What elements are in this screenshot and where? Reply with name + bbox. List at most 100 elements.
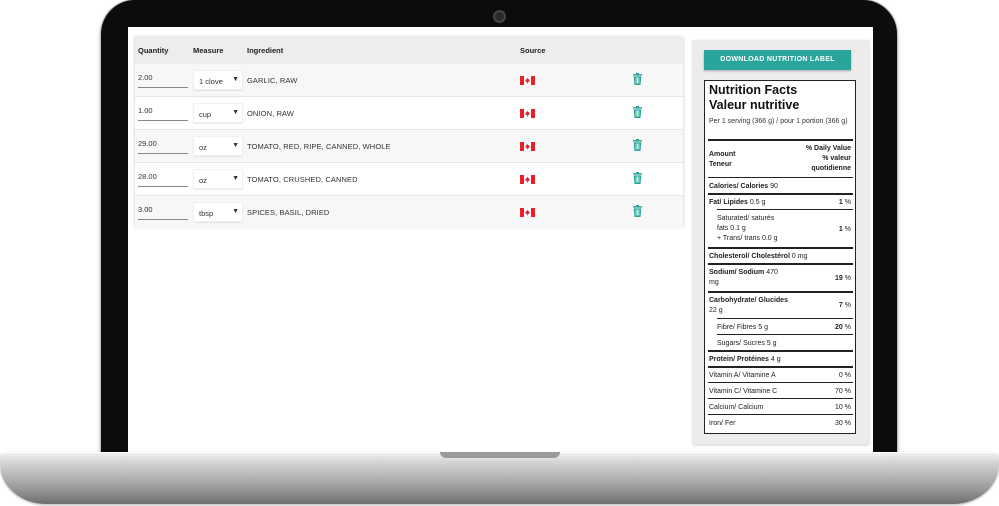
protein-value: 4 g xyxy=(770,356,781,363)
ingredient-name: GARLIC, RAW xyxy=(247,76,298,85)
percent-sign: % xyxy=(844,302,851,309)
protein-row: Protein/ Protéines 4 g xyxy=(709,355,781,365)
percent-sign: % xyxy=(844,199,851,206)
quantity-input[interactable] xyxy=(138,171,188,187)
dv-label-fr-2: quotidienne xyxy=(811,165,851,172)
fibre-label: Fibre/ Fibres xyxy=(717,324,757,331)
ingredient-name: TOMATO, RED, RIPE, CANNED, WHOLE xyxy=(247,142,391,151)
measure-select[interactable]: oz ▼ xyxy=(193,169,243,189)
dropdown-caret-icon: ▼ xyxy=(232,175,239,182)
nutrition-label: Nutrition Facts Valeur nutritive Per 1 s… xyxy=(704,80,856,434)
quantity-input[interactable] xyxy=(138,138,188,154)
fat-dv-value: 1 xyxy=(838,199,843,206)
trash-icon[interactable] xyxy=(633,205,642,217)
protein-label: Protein/ Protéines xyxy=(709,356,769,363)
carbohydrate-dv: 7 % xyxy=(839,301,851,311)
sat-dv-value: 1 xyxy=(838,226,843,233)
percent-sign: % xyxy=(844,420,851,427)
percent-sign: % xyxy=(844,324,851,331)
measure-select[interactable]: cup ▼ xyxy=(193,103,243,123)
vitamin-c-label: Vitamin C/ Vitamine C xyxy=(709,388,778,395)
trans-label: + Trans/ trans xyxy=(717,235,760,242)
sugars-row: Sugars/ Sucres 5 g xyxy=(717,339,777,349)
ingredient-name: SPICES, BASIL, DRIED xyxy=(247,208,330,217)
iron-dv: 30 % xyxy=(835,419,851,429)
title-fr: Valeur nutritive xyxy=(709,98,800,112)
sodium-dv: 19 % xyxy=(835,274,851,284)
divider xyxy=(708,291,853,293)
vit-a-dv-value: 0 xyxy=(838,372,843,379)
iron-label: Iron/ Fer xyxy=(709,420,736,427)
vitamin-a-dv: 0 % xyxy=(839,371,851,381)
divider xyxy=(708,247,853,249)
percent-sign: % xyxy=(844,275,851,282)
cholesterol-row: Cholesterol/ Cholestérol 0 mg xyxy=(709,252,807,262)
table-row: oz ▼ TOMATO, RED, RIPE, CANNED, WHOLE xyxy=(135,130,683,163)
table-row: tbsp ▼ SPICES, BASIL, DRIED xyxy=(135,196,683,229)
divider xyxy=(708,398,853,399)
measure-select[interactable]: tbsp ▼ xyxy=(193,202,243,222)
dv-label: % Daily Value xyxy=(805,145,851,152)
header-source: Source xyxy=(520,46,546,55)
divider xyxy=(717,334,853,335)
sodium-row: Sodium/ Sodium 470 mg xyxy=(709,268,778,288)
divider xyxy=(708,177,853,178)
laptop-base xyxy=(0,452,999,504)
trash-icon[interactable] xyxy=(633,106,642,118)
measure-value: tbsp xyxy=(199,209,214,218)
canada-flag-icon xyxy=(520,175,535,184)
trash-icon[interactable] xyxy=(633,139,642,151)
canada-flag-icon xyxy=(520,142,535,151)
ingredient-name: TOMATO, CRUSHED, CANNED xyxy=(247,175,358,184)
nutrition-panel: DOWNLOAD NUTRITION LABEL Nutrition Facts… xyxy=(693,40,869,444)
measure-value: oz xyxy=(199,143,207,152)
table-row: oz ▼ TOMATO, CRUSHED, CANNED xyxy=(135,163,683,196)
iron-dv-value: 30 xyxy=(835,420,843,427)
quantity-input[interactable] xyxy=(138,204,188,220)
measure-select[interactable]: oz ▼ xyxy=(193,136,243,156)
vit-c-dv-value: 70 xyxy=(835,388,843,395)
divider xyxy=(708,193,853,195)
fat-row: Fat/ Lipides 0.5 g xyxy=(709,198,765,208)
sat-label-1: Saturated/ saturés xyxy=(717,215,775,222)
trash-icon[interactable] xyxy=(633,172,642,184)
sugars-label: Sugars/ Sucres xyxy=(717,340,765,347)
vitamin-a-label: Vitamin A/ Vitamine A xyxy=(709,372,776,379)
fat-value: 0.5 g xyxy=(749,199,766,206)
download-nutrition-label-button[interactable]: DOWNLOAD NUTRITION LABEL xyxy=(704,50,851,70)
calories-row: Calories/ Calories 90 xyxy=(709,182,778,192)
laptop-base-notch xyxy=(440,452,560,458)
sodium-value-2: mg xyxy=(709,279,719,286)
trash-icon[interactable] xyxy=(633,73,642,85)
amount-label: Amount xyxy=(709,151,736,158)
app-screen: Quantity Measure Ingredient Source 1 clo… xyxy=(128,27,873,453)
fibre-value: 5 g xyxy=(758,324,768,331)
nutrition-title: Nutrition Facts Valeur nutritive xyxy=(709,83,799,113)
header-quantity: Quantity xyxy=(138,46,169,55)
percent-sign: % xyxy=(844,226,851,233)
calories-value: 90 xyxy=(770,183,778,190)
carbohydrate-row: Carbohydrate/ Glucides 22 g xyxy=(709,296,788,316)
dropdown-caret-icon: ▼ xyxy=(232,142,239,149)
cholesterol-value: 0 mg xyxy=(791,253,808,260)
cholesterol-label: Cholesterol/ Cholestérol xyxy=(709,253,790,260)
sugars-value: 5 g xyxy=(766,340,777,347)
carb-value: 22 g xyxy=(709,307,723,314)
table-row: 1 clove ▼ GARLIC, RAW xyxy=(135,64,683,97)
quantity-input[interactable] xyxy=(138,105,188,121)
table-header: Quantity Measure Ingredient Source xyxy=(135,36,683,64)
sodium-dv-value: 19 xyxy=(835,275,843,282)
quantity-input[interactable] xyxy=(138,72,188,88)
divider xyxy=(708,139,853,141)
header-measure: Measure xyxy=(193,46,224,55)
ingredient-name: ONION, RAW xyxy=(247,109,294,118)
camera-icon xyxy=(493,10,506,23)
ingredient-table: Quantity Measure Ingredient Source 1 clo… xyxy=(135,36,683,229)
fibre-row: Fibre/ Fibres 5 g xyxy=(717,323,768,333)
percent-sign: % xyxy=(844,372,851,379)
measure-select[interactable]: 1 clove ▼ xyxy=(193,70,243,90)
carb-dv-value: 7 xyxy=(838,302,843,309)
fat-dv: 1 % xyxy=(839,198,851,208)
teneur-label: Teneur xyxy=(709,161,732,168)
dropdown-caret-icon: ▼ xyxy=(232,76,239,83)
